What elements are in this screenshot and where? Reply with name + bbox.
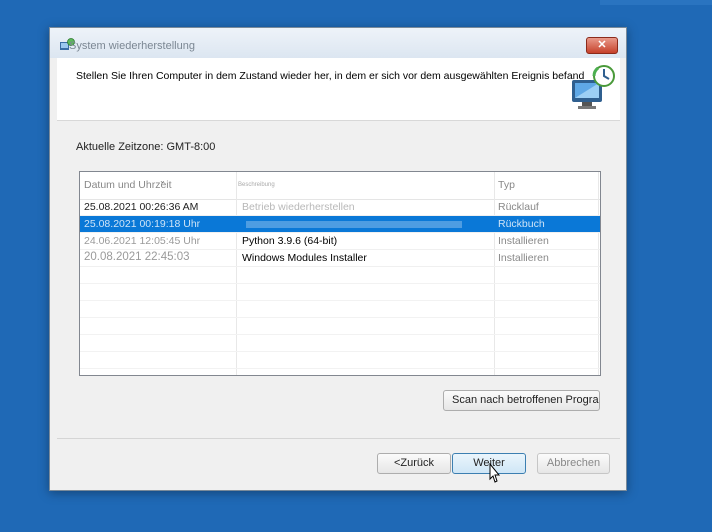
row-description: Betrieb wiederherstellen: [242, 201, 355, 213]
header-instruction: Stellen Sie Ihren Computer in dem Zustan…: [76, 70, 585, 82]
list-header: Datum und Uhrzeit ⌄ Beschreibung Typ: [80, 172, 600, 200]
desktop-edge: [600, 0, 712, 5]
sort-down-icon: ⌄: [159, 176, 166, 185]
back-button[interactable]: <Zurück: [377, 453, 451, 474]
row-date: 25.08.2021 00:19:18 Uhr: [84, 218, 201, 230]
row-type: Rücklauf: [498, 201, 539, 213]
restore-point-list[interactable]: Datum und Uhrzeit ⌄ Beschreibung Typ 25.…: [79, 171, 601, 376]
row-date: 20.08.2021 22:45:03: [84, 251, 190, 263]
timezone-label: Aktuelle Zeitzone: GMT-8:00: [76, 141, 216, 153]
list-row-selected[interactable]: 25.08.2021 00:19:18 Uhr Rückbuch: [80, 216, 600, 233]
cancel-button[interactable]: Abbrechen: [537, 453, 610, 474]
list-row[interactable]: 25.08.2021 00:26:36 AM Betrieb wiederher…: [80, 199, 600, 216]
empty-row: [80, 267, 600, 284]
empty-row: [80, 301, 600, 318]
mouse-pointer-icon: [489, 463, 501, 483]
row-date: 24.06.2021 12:05:45 Uhr: [84, 235, 201, 247]
row-type: Rückbuch: [498, 218, 545, 230]
list-row[interactable]: 20.08.2021 22:45:03 Windows Modules Inst…: [80, 250, 600, 267]
empty-row: [80, 352, 600, 369]
empty-row: [80, 335, 600, 352]
row-type: Installieren: [498, 252, 549, 264]
close-button[interactable]: ✕: [586, 37, 618, 54]
window-title: System wiederherstellung: [69, 40, 195, 52]
row-type: Installieren: [498, 235, 549, 247]
row-description: Windows Modules Installer: [242, 252, 367, 264]
empty-row: [80, 318, 600, 335]
row-date: 25.08.2021 00:26:36 AM: [84, 201, 199, 213]
column-header-date[interactable]: Datum und Uhrzeit ⌄: [84, 176, 172, 191]
system-restore-dialog: System wiederherstellung ✕ Stellen Sie I…: [49, 27, 627, 491]
column-header-description[interactable]: Beschreibung: [238, 182, 275, 188]
footer-divider: [57, 438, 620, 439]
system-restore-icon: [572, 65, 615, 109]
list-row[interactable]: 24.06.2021 12:05:45 Uhr Python 3.9.6 (64…: [80, 233, 600, 250]
row-description: Python 3.9.6 (64-bit): [242, 235, 338, 247]
title-bar[interactable]: System wiederherstellung ✕: [50, 28, 626, 58]
row-description-redacted: [246, 221, 462, 228]
header-panel: Stellen Sie Ihren Computer in dem Zustan…: [57, 58, 620, 121]
column-header-type[interactable]: Typ: [498, 179, 515, 191]
scan-affected-programs-button[interactable]: Scan nach betroffenen Programmen: [443, 390, 600, 411]
empty-row: [80, 284, 600, 301]
